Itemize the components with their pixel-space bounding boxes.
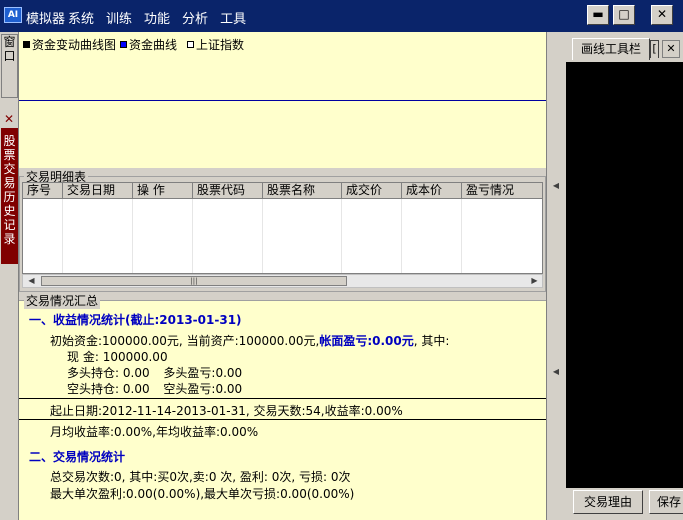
maximize-button[interactable]: □ bbox=[613, 5, 635, 25]
table-horizontal-scrollbar[interactable]: ◀ ||| ▶ bbox=[22, 274, 543, 288]
legend-label-change: 资金变动曲线图 bbox=[32, 38, 117, 52]
drawing-canvas[interactable] bbox=[566, 62, 683, 488]
summary-trades-line: 总交易次数:0, 其中:买0次,卖:0 次, 盈利: 0次, 亏损: 0次 bbox=[50, 470, 351, 484]
summary-short-line: 空头持仓: 0.00 空头盈亏:0.00 bbox=[67, 380, 242, 397]
column-header[interactable]: 成本价 bbox=[402, 183, 462, 198]
cash-value: 100000.00 bbox=[102, 350, 168, 364]
close-button[interactable]: ✕ bbox=[651, 5, 673, 25]
table-body bbox=[23, 199, 542, 273]
long-pnl-label: 多头盈亏: bbox=[163, 366, 216, 380]
app-icon: AI bbox=[4, 7, 22, 23]
summary-period-line: 起止日期:2012-11-14-2013-01-31, 交易天数:54,收益率:… bbox=[50, 404, 403, 418]
grid-line bbox=[132, 199, 133, 273]
legend-label-capital: 资金曲线 bbox=[129, 38, 178, 52]
tab-stock-history[interactable]: 股票交易历史记录 bbox=[1, 128, 18, 264]
summary-cash-line: 现 金: 100000.00 bbox=[67, 348, 168, 365]
summary-divider bbox=[19, 398, 546, 399]
summary-capital-line: 初始资金:100000.00元, 当前资产:100000.00元,帐面盈亏:0.… bbox=[50, 332, 449, 349]
app-title: 模拟器 bbox=[26, 12, 66, 27]
capital-chart-panel: 资金变动曲线图 资金曲线 上证指数 bbox=[19, 32, 546, 168]
column-header[interactable]: 盈亏情况 bbox=[462, 183, 542, 198]
summary-monthly-line: 月均收益率:0.00%,年均收益率:0.00% bbox=[50, 425, 259, 439]
scroll-thumb[interactable]: ||| bbox=[41, 276, 347, 286]
legend-label-index: 上证指数 bbox=[196, 38, 245, 52]
close-icon[interactable]: ✕ bbox=[2, 112, 16, 126]
long-value: 0.00 bbox=[122, 366, 150, 380]
scroll-left-icon[interactable]: ◀ bbox=[25, 275, 38, 287]
tab-secondary[interactable]: [ bbox=[650, 40, 659, 58]
grid-line bbox=[341, 199, 342, 273]
grid-line bbox=[262, 199, 263, 273]
column-header[interactable]: 股票代码 bbox=[193, 183, 263, 198]
panel-splitter[interactable]: ◀ ◀ bbox=[546, 32, 564, 520]
legend-swatch-capital bbox=[120, 41, 128, 48]
legend-swatch-index bbox=[187, 41, 195, 48]
collapse-arrow-icon[interactable]: ◀ bbox=[552, 368, 560, 376]
grid-line bbox=[192, 199, 193, 273]
menu-system[interactable]: 系统 bbox=[68, 8, 94, 27]
summary-max-line: 最大单次盈利:0.00(0.00%),最大单次亏损:0.00(0.00%) bbox=[50, 487, 355, 501]
summary-section1-title: 一、收益情况统计(截止:2013-01-31) bbox=[29, 313, 242, 327]
grid-line bbox=[461, 199, 462, 273]
menu-analysis[interactable]: 分析 bbox=[182, 8, 208, 27]
short-pnl-label: 空头盈亏: bbox=[163, 382, 216, 396]
book-pnl-text: 帐面盈亏:0.00元 bbox=[319, 334, 414, 348]
summary-divider bbox=[19, 419, 546, 420]
legend-swatch-change bbox=[23, 41, 30, 48]
column-header[interactable]: 序号 bbox=[23, 183, 63, 198]
short-value: 0.00 bbox=[122, 382, 150, 396]
among-text: , 其中: bbox=[413, 334, 450, 348]
left-tab-strip: 窗口 ✕ 股票交易历史记录 bbox=[0, 32, 19, 520]
collapse-arrow-icon[interactable]: ◀ bbox=[552, 182, 560, 190]
column-header[interactable]: 交易日期 bbox=[63, 183, 133, 198]
cash-label: 现 金: bbox=[67, 350, 99, 364]
minimize-button[interactable]: ▬ bbox=[587, 5, 609, 25]
table-header: 序号 交易日期 操 作 股票代码 股票名称 成交价 成本价 盈亏情况 bbox=[23, 183, 542, 199]
save-button[interactable]: 保存 bbox=[649, 490, 683, 514]
tab-window[interactable]: 窗口 bbox=[1, 34, 18, 98]
long-pnl-value: 0.00 bbox=[215, 366, 243, 380]
summary-panel: 一、收益情况统计(截止:2013-01-31) 初始资金:100000.00元,… bbox=[19, 300, 546, 520]
summary-long-line: 多头持仓: 0.00 多头盈亏:0.00 bbox=[67, 364, 242, 381]
chart-legend: 资金变动曲线图 资金曲线 上证指数 bbox=[23, 36, 244, 53]
menu-function[interactable]: 功能 bbox=[144, 8, 170, 27]
menu-bar: 系统 训练 功能 分析 工具 bbox=[68, 8, 246, 27]
scroll-right-icon[interactable]: ▶ bbox=[528, 275, 541, 287]
title-bar: AI 模拟器 系统 训练 功能 分析 工具 ▬ □ ✕ bbox=[0, 0, 683, 32]
tab-drawing-toolbar[interactable]: 画线工具栏 bbox=[572, 38, 650, 60]
short-pnl-value: 0.00 bbox=[215, 382, 243, 396]
capital-curve-line bbox=[19, 100, 546, 101]
summary-title: 交易情况汇总 bbox=[24, 292, 101, 309]
menu-training[interactable]: 训练 bbox=[106, 8, 132, 27]
app-window: AI 模拟器 系统 训练 功能 分析 工具 ▬ □ ✕ 窗口 ✕ 股票交易历史记… bbox=[0, 0, 683, 520]
column-header[interactable]: 成交价 bbox=[342, 183, 402, 198]
long-label: 多头持仓: bbox=[67, 366, 120, 380]
trade-reason-button[interactable]: 交易理由 bbox=[573, 490, 643, 514]
column-header[interactable]: 操 作 bbox=[133, 183, 193, 198]
close-icon[interactable]: ✕ bbox=[662, 40, 680, 58]
grid-line bbox=[62, 199, 63, 273]
initial-capital-text: 初始资金:100000.00元, 当前资产:100000.00元, bbox=[50, 334, 320, 348]
summary-section2-title: 二、交易情况统计 bbox=[29, 450, 126, 464]
short-label: 空头持仓: bbox=[67, 382, 120, 396]
grid-line bbox=[401, 199, 402, 273]
column-header[interactable]: 股票名称 bbox=[263, 183, 342, 198]
transaction-table[interactable]: 序号 交易日期 操 作 股票代码 股票名称 成交价 成本价 盈亏情况 bbox=[22, 182, 543, 274]
right-panel: 画线工具栏 [ ✕ 交易理由 保存 bbox=[564, 32, 683, 520]
menu-tools[interactable]: 工具 bbox=[220, 8, 246, 27]
